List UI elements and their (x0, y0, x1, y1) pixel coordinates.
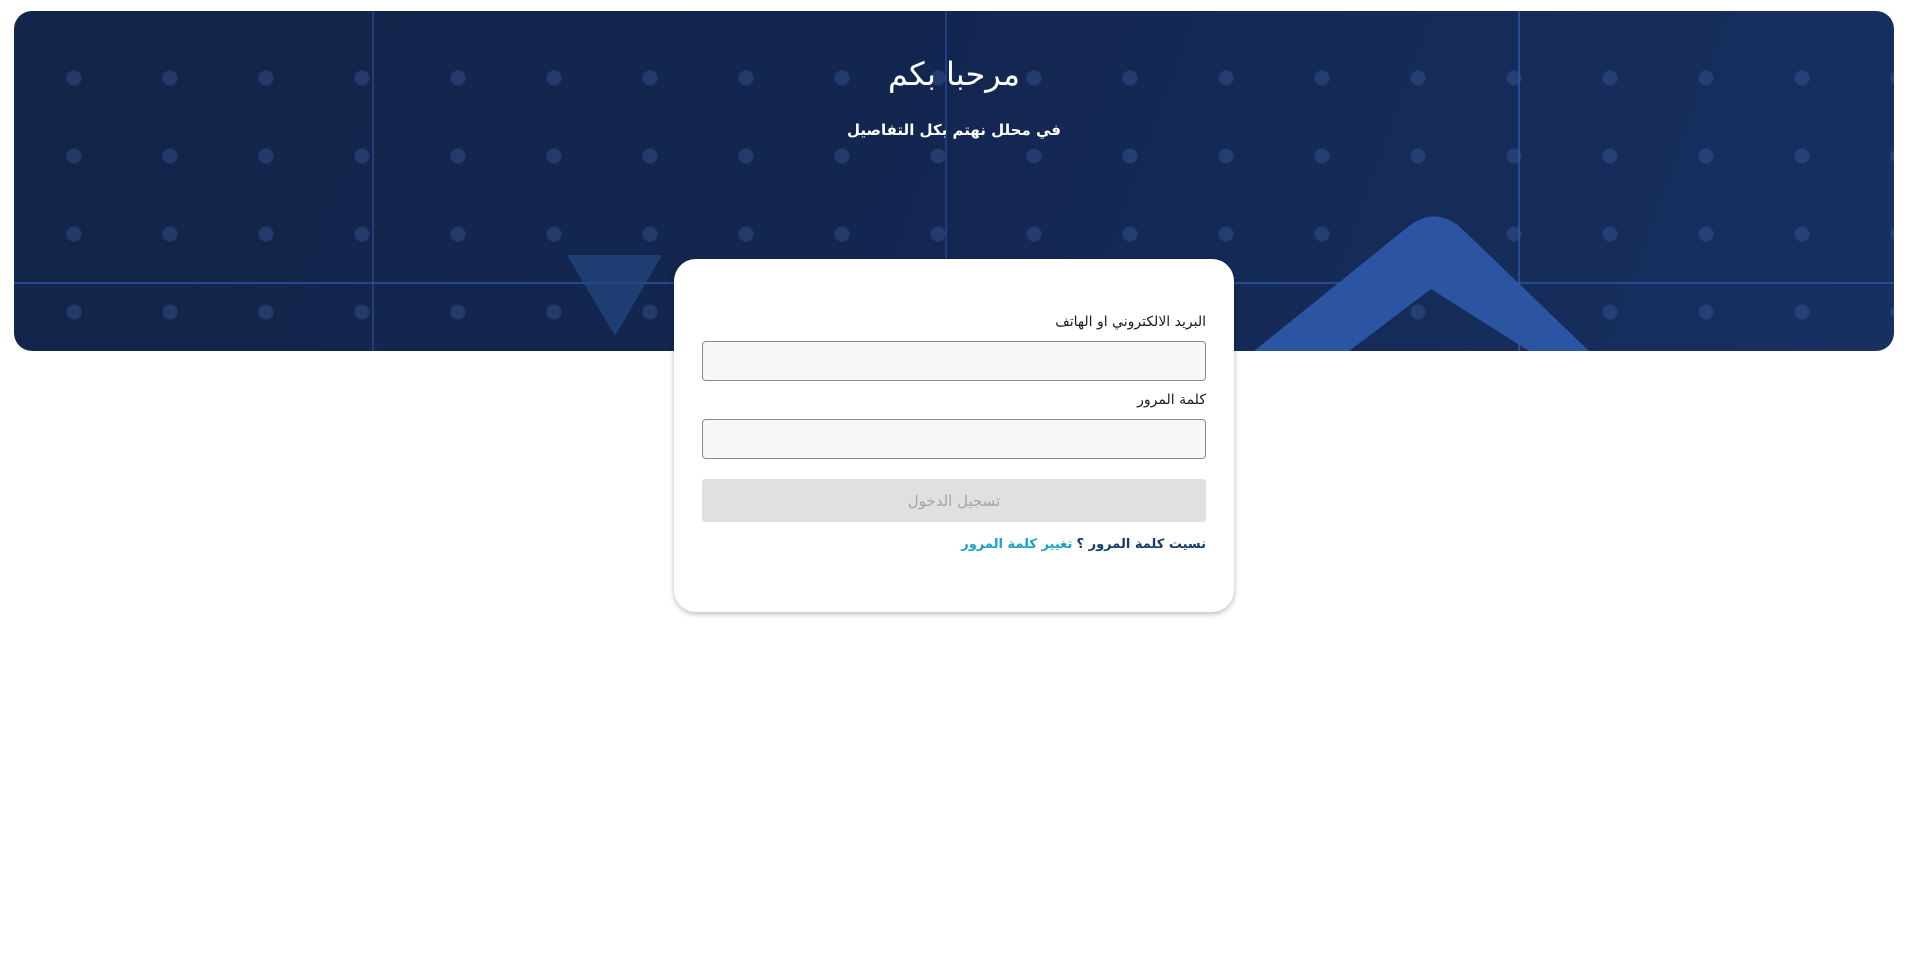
welcome-title: مرحبا بكم (887, 55, 1021, 93)
change-password-link[interactable]: تغيير كلمة المرور (961, 537, 1072, 552)
login-page: مرحبا بكم في محلل نهتم بكل التفاصيل البر… (0, 0, 1912, 962)
password-label: كلمة المرور (1137, 392, 1206, 408)
forgot-password-text: نسيت كلمة المرور ؟ (1076, 537, 1206, 552)
password-field[interactable] (702, 419, 1206, 459)
triangle-shape (567, 255, 662, 336)
email-label: البريد الالكتروني او الهاتف (1055, 314, 1206, 330)
forgot-password-row: نسيت كلمة المرور ؟ تغيير كلمة المرور (961, 537, 1206, 552)
email-field[interactable] (702, 341, 1206, 381)
login-button[interactable]: تسجيل الدخول (702, 479, 1206, 522)
welcome-subtitle: في محلل نهتم بكل التفاصيل (847, 121, 1061, 139)
login-card: البريد الالكتروني او الهاتف كلمة المرور … (674, 259, 1234, 612)
